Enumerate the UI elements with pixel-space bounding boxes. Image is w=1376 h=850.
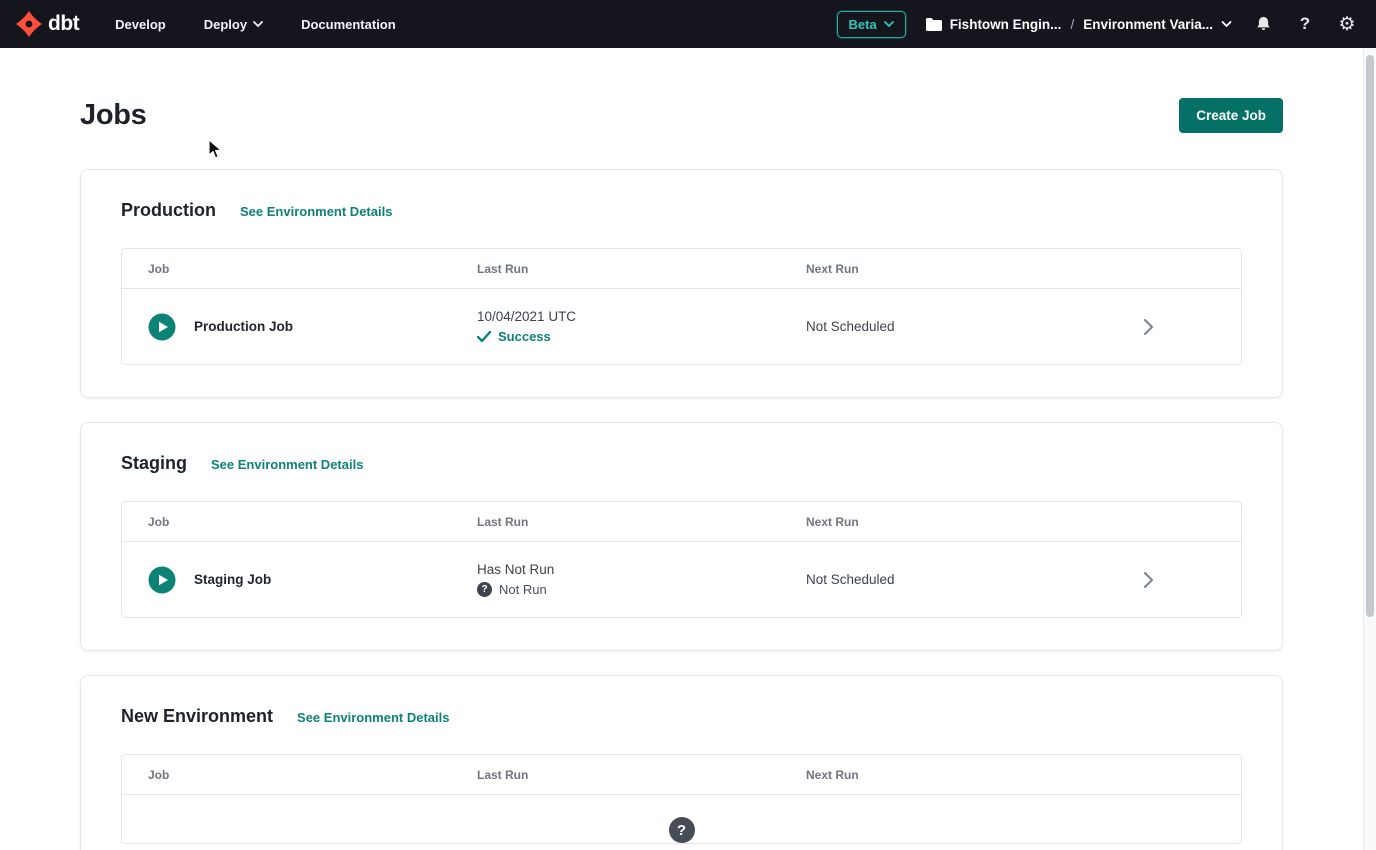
nav-item-documentation[interactable]: Documentation (301, 17, 396, 32)
nav-item-develop[interactable]: Develop (115, 17, 166, 32)
account-crumb[interactable]: Fishtown Engin... (926, 17, 1062, 32)
brand-text: dbt (48, 12, 79, 36)
chevron-right-icon[interactable] (1144, 572, 1153, 588)
account-name: Fishtown Engin... (950, 17, 1062, 32)
jobs-table: Job Last Run Next Run Production Job 10/… (121, 248, 1242, 365)
last-run-date: Has Not Run (477, 562, 806, 577)
environment-card-staging: Staging See Environment Details Job Last… (80, 422, 1283, 651)
app-window: dbt Develop Deploy Documentation Beta (0, 0, 1376, 850)
gear-icon[interactable]: ⚙ (1336, 13, 1358, 35)
see-environment-details-link[interactable]: See Environment Details (297, 710, 449, 725)
nav-item-deploy[interactable]: Deploy (204, 17, 263, 32)
next-run-cell: Not Scheduled (806, 319, 1091, 334)
dbt-logo[interactable]: dbt (16, 11, 79, 37)
dbt-flame-icon (16, 11, 42, 37)
primary-nav: Develop Deploy Documentation (115, 17, 396, 32)
question-icon: ? (477, 582, 492, 597)
folder-icon (926, 18, 942, 31)
page-title: Jobs (80, 99, 147, 132)
notifications-bell-icon[interactable] (1252, 13, 1274, 35)
check-icon (477, 331, 491, 342)
run-job-play-icon[interactable] (148, 313, 176, 341)
column-header-job: Job (148, 262, 477, 276)
column-header-job: Job (148, 768, 477, 782)
status-label: Not Run (499, 582, 547, 597)
nav-item-label: Documentation (301, 17, 396, 32)
empty-state: ? (122, 795, 1241, 843)
table-header-row: Job Last Run Next Run (122, 755, 1241, 795)
navbar-right: Beta Fishtown Engin... / Environment Var… (837, 11, 1359, 38)
breadcrumb-separator: / (1070, 17, 1074, 32)
environment-header: Production See Environment Details (121, 200, 1242, 221)
chevron-right-icon[interactable] (1144, 319, 1153, 335)
question-icon: ? (669, 817, 695, 843)
job-name: Staging Job (194, 572, 271, 587)
column-header-next-run: Next Run (806, 515, 1091, 529)
environment-card-new-environment: New Environment See Environment Details … (80, 675, 1283, 850)
environment-header: Staging See Environment Details (121, 453, 1242, 474)
environment-card-production: Production See Environment Details Job L… (80, 169, 1283, 398)
environment-name: New Environment (121, 706, 273, 727)
column-header-job: Job (148, 515, 477, 529)
jobs-table: Job Last Run Next Run ? (121, 754, 1242, 844)
table-header-row: Job Last Run Next Run (122, 249, 1241, 289)
chevron-down-icon (884, 21, 894, 28)
see-environment-details-link[interactable]: See Environment Details (211, 457, 363, 472)
chevron-down-icon (1221, 21, 1232, 28)
nav-item-label: Develop (115, 17, 166, 32)
table-header-row: Job Last Run Next Run (122, 502, 1241, 542)
column-header-last-run: Last Run (477, 768, 806, 782)
job-name: Production Job (194, 319, 293, 334)
run-job-play-icon[interactable] (148, 566, 176, 594)
column-header-next-run: Next Run (806, 262, 1091, 276)
environment-name: Staging (121, 453, 187, 474)
jobs-table: Job Last Run Next Run Staging Job Has No… (121, 501, 1242, 618)
see-environment-details-link[interactable]: See Environment Details (240, 204, 392, 219)
table-row-staging-job[interactable]: Staging Job Has Not Run ? Not Run Not Sc… (122, 542, 1241, 617)
last-run-cell: Has Not Run ? Not Run (477, 562, 806, 597)
next-run-cell: Not Scheduled (806, 572, 1091, 587)
environment-header: New Environment See Environment Details (121, 706, 1242, 727)
page-header: Jobs Create Job (80, 98, 1283, 133)
status-label: Success (498, 329, 551, 344)
column-header-next-run: Next Run (806, 768, 1091, 782)
main-content: Jobs Create Job Production See Environme… (0, 48, 1376, 850)
nav-item-label: Deploy (204, 17, 247, 32)
status-badge: Success (477, 329, 806, 344)
last-run-date: 10/04/2021 UTC (477, 309, 806, 324)
column-header-last-run: Last Run (477, 262, 806, 276)
project-name: Environment Varia... (1083, 17, 1213, 32)
project-crumb[interactable]: Environment Varia... (1083, 17, 1232, 32)
create-job-button[interactable]: Create Job (1179, 98, 1283, 133)
beta-label: Beta (849, 17, 877, 32)
vertical-scrollbar (1363, 48, 1376, 850)
beta-badge[interactable]: Beta (837, 11, 906, 38)
last-run-cell: 10/04/2021 UTC Success (477, 309, 806, 344)
help-icon[interactable]: ? (1294, 13, 1316, 35)
table-row-production-job[interactable]: Production Job 10/04/2021 UTC Success No… (122, 289, 1241, 364)
column-header-last-run: Last Run (477, 515, 806, 529)
scrollbar-thumb[interactable] (1366, 55, 1374, 617)
top-navbar: dbt Develop Deploy Documentation Beta (0, 0, 1376, 48)
environment-name: Production (121, 200, 216, 221)
chevron-down-icon (253, 21, 263, 28)
status-badge: ? Not Run (477, 582, 806, 597)
breadcrumb: Fishtown Engin... / Environment Varia... (926, 17, 1232, 32)
